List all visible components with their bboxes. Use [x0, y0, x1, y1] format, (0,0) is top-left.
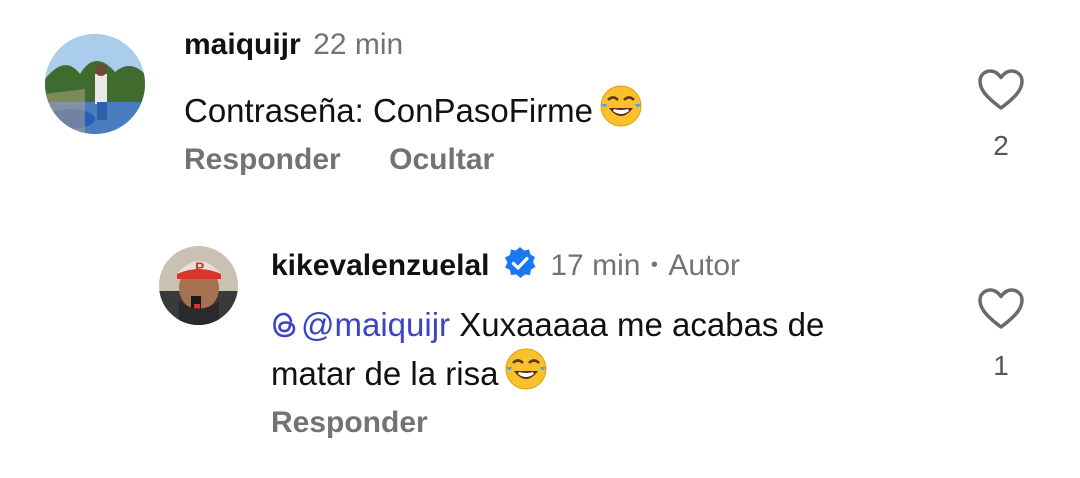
heart-icon — [978, 288, 1024, 329]
tears-of-joy-emoji-icon — [599, 84, 643, 139]
threads-icon — [271, 307, 299, 351]
reply-button[interactable]: Responder — [271, 406, 428, 439]
comment-text: Contraseña: ConPasoFirme — [184, 92, 594, 129]
tears-of-joy-emoji-icon — [504, 347, 548, 402]
comment-text-row: Contraseña: ConPasoFirme — [184, 84, 643, 139]
mention-text: @maiquijr — [301, 306, 451, 343]
separator-dot: • — [650, 254, 658, 276]
mention-link[interactable]: @maiquijr — [271, 306, 450, 343]
like-count: 1 — [993, 350, 1009, 381]
like-button[interactable] — [977, 68, 1025, 112]
avatar[interactable]: P — [159, 246, 238, 325]
author-label: Autor — [668, 249, 741, 282]
comment-text-line1: Xuxaaaaa me acabas de — [450, 306, 825, 343]
comment-username[interactable]: maiquijr — [184, 28, 301, 61]
reply-button[interactable]: Responder — [184, 143, 341, 176]
verified-badge-icon — [502, 245, 538, 286]
comment-text-row: @maiquijr Xuxaaaaa me acabas de — [271, 303, 824, 351]
comment-time: 17 min — [550, 249, 641, 282]
heart-icon — [978, 69, 1024, 110]
svg-text:P: P — [195, 259, 204, 275]
comment-text-line2: matar de la risa — [271, 355, 499, 392]
hide-button[interactable]: Ocultar — [389, 143, 494, 176]
like-button[interactable] — [977, 287, 1025, 331]
comment-username[interactable]: kikevalenzuelal — [271, 249, 489, 282]
comment-text-row: matar de la risa — [271, 347, 548, 402]
like-count: 2 — [993, 130, 1009, 161]
comment-time: 22 min — [313, 28, 404, 61]
avatar[interactable] — [45, 34, 145, 134]
